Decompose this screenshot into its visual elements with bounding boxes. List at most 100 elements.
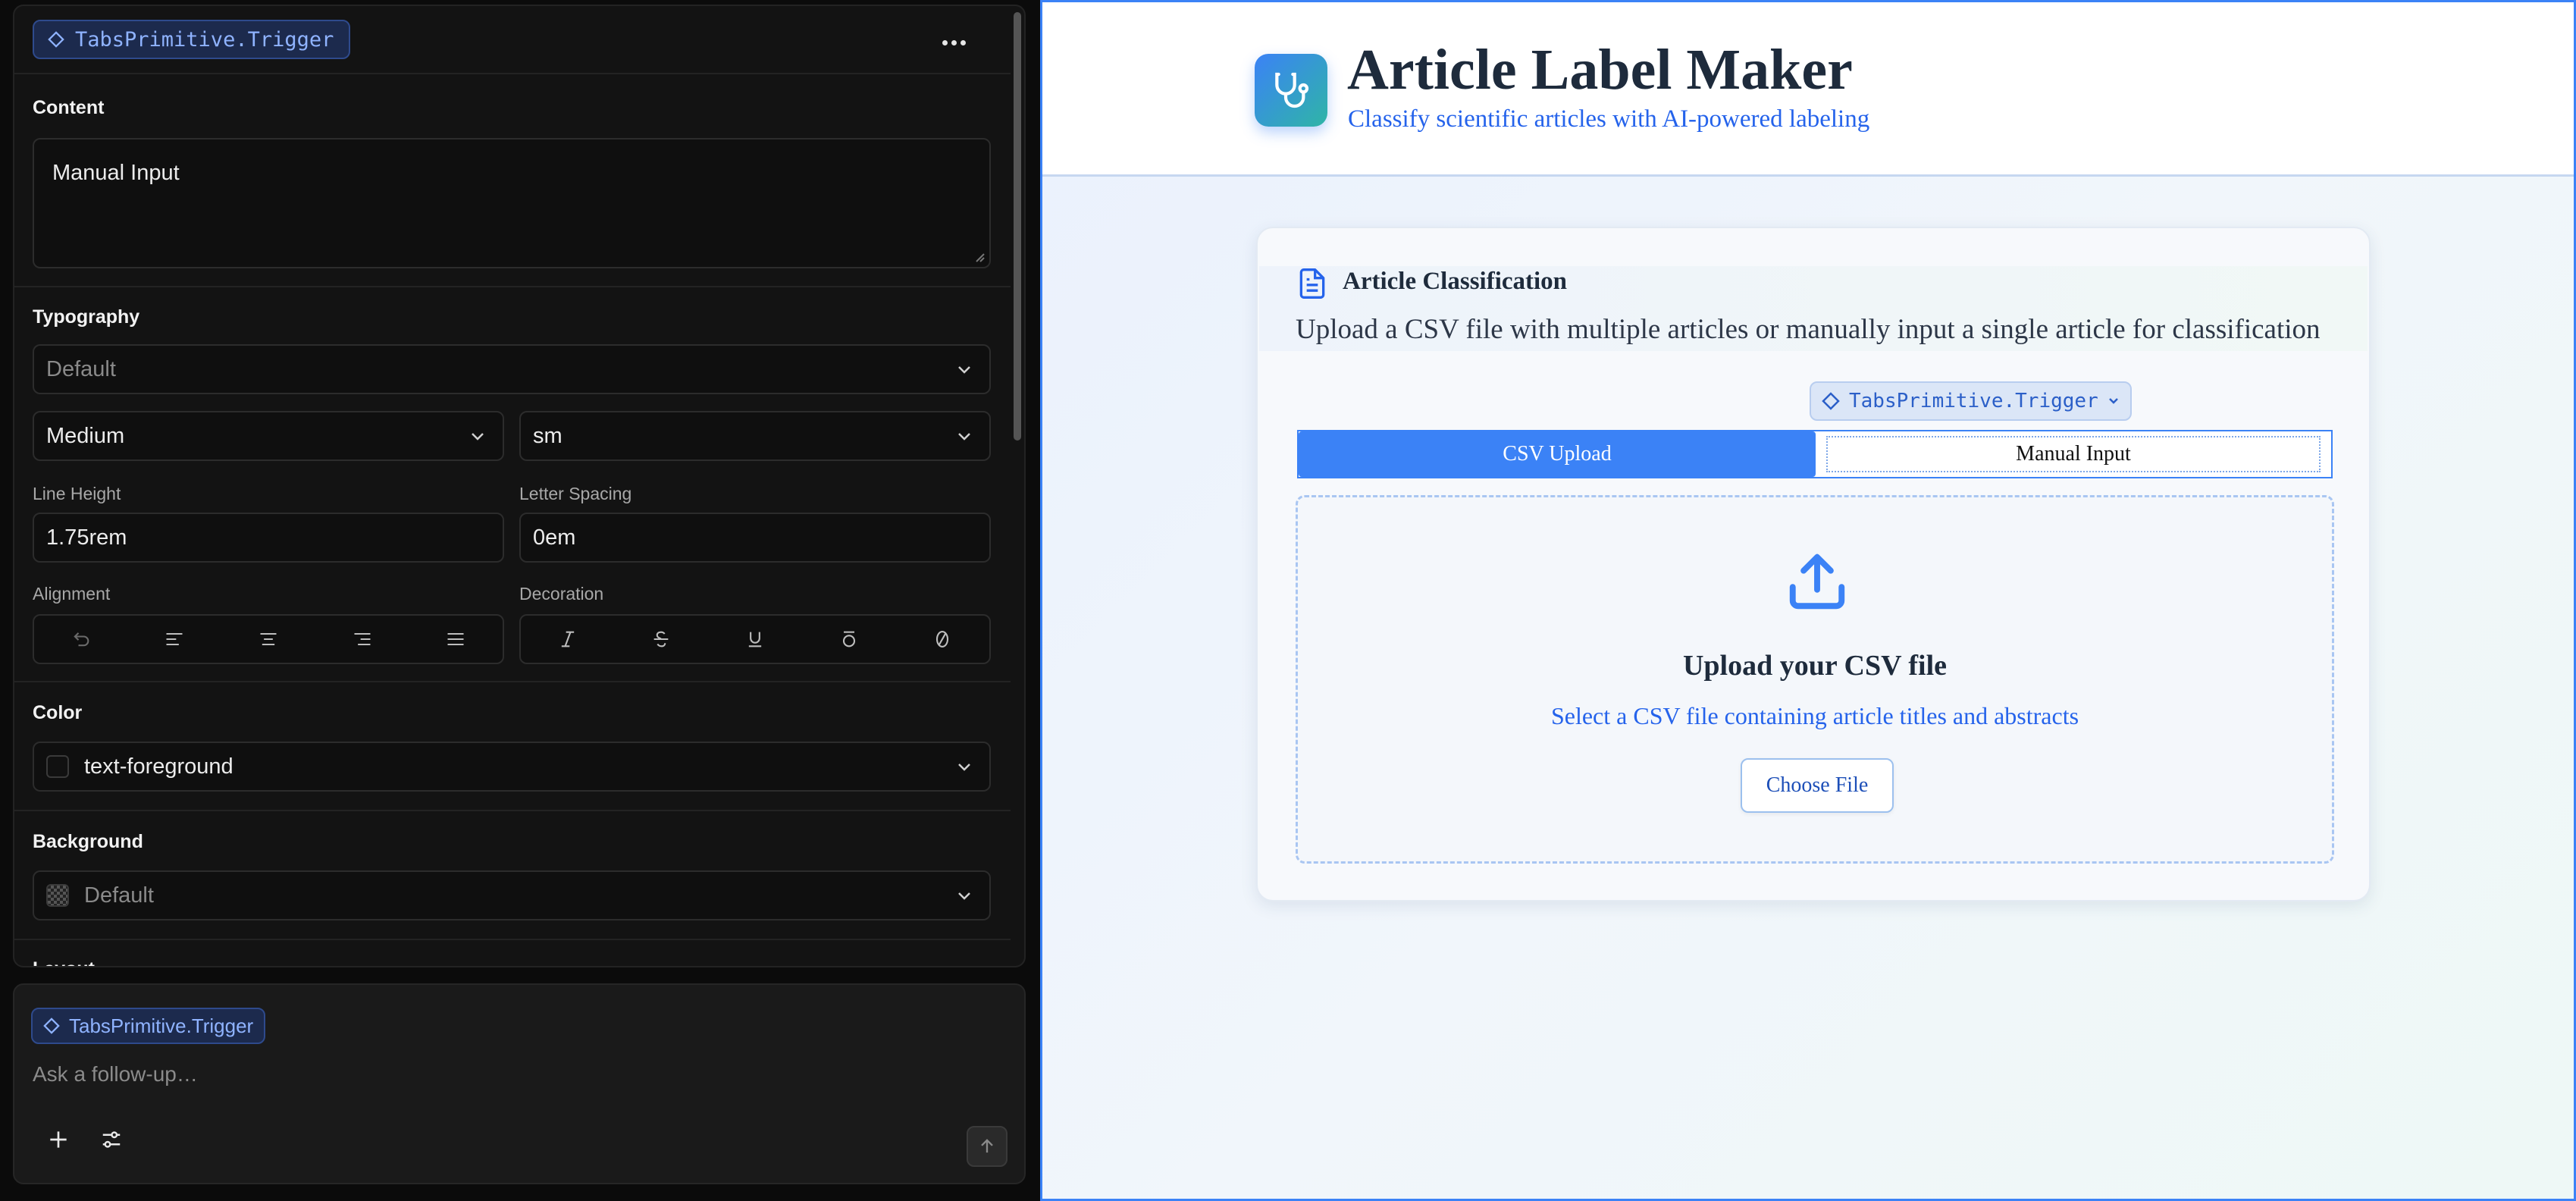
color-swatch xyxy=(46,755,69,778)
component-diamond-icon xyxy=(48,31,64,48)
slashed-zero-button[interactable] xyxy=(895,616,989,663)
decoration-label: Decoration xyxy=(519,584,604,604)
content-textarea[interactable]: Manual Input xyxy=(33,138,991,268)
section-divider xyxy=(14,681,1011,682)
chat-chip-label: TabsPrimitive.Trigger xyxy=(69,1014,254,1037)
layout-section-title: Layout xyxy=(33,958,95,966)
component-diamond-icon xyxy=(43,1018,60,1034)
color-select[interactable]: text-foreground xyxy=(33,742,991,792)
selected-component-chip[interactable]: TabsPrimitive.Trigger xyxy=(1810,381,2132,421)
chevron-down-icon xyxy=(958,764,970,771)
inspector-panel: TabsPrimitive.Trigger Content Manual Inp… xyxy=(13,5,1026,967)
overline-button[interactable] xyxy=(802,616,896,663)
csv-dropzone[interactable]: Upload your CSV file Select a CSV file c… xyxy=(1296,495,2334,864)
section-divider xyxy=(14,810,1011,811)
plus-icon xyxy=(50,1131,67,1148)
inspector-scroll-area[interactable]: TabsPrimitive.Trigger Content Manual Inp… xyxy=(14,6,1011,966)
more-options-button[interactable] xyxy=(935,27,973,58)
font-family-select[interactable]: Default xyxy=(33,344,991,394)
app-title: Article Label Maker xyxy=(1347,38,1853,102)
slashed-zero-icon xyxy=(936,631,949,648)
app-header: Article Label Maker Classify scientific … xyxy=(1042,2,2574,177)
line-height-input[interactable]: 1.75rem xyxy=(33,513,504,563)
line-height-value: 1.75rem xyxy=(46,525,127,550)
section-divider xyxy=(14,286,1011,287)
send-button[interactable] xyxy=(967,1126,1008,1167)
app-logo xyxy=(1255,54,1327,127)
typography-section-title: Typography xyxy=(33,306,140,328)
add-attachment-button[interactable] xyxy=(45,1126,72,1153)
chat-context-chip[interactable]: TabsPrimitive.Trigger xyxy=(31,1008,266,1044)
align-reset-button[interactable] xyxy=(34,616,128,663)
checker-swatch-icon xyxy=(46,884,69,907)
overline-icon xyxy=(842,631,855,648)
font-size-value: sm xyxy=(533,423,563,448)
align-right-icon xyxy=(354,632,371,646)
background-section-title: Background xyxy=(33,831,143,852)
strikethrough-icon xyxy=(654,631,669,648)
follow-up-input[interactable] xyxy=(33,1059,942,1090)
align-center-icon xyxy=(260,632,277,646)
document-icon xyxy=(1299,268,1325,299)
tabs-list: CSV Upload Manual Input xyxy=(1297,430,2333,478)
decoration-group xyxy=(519,614,991,664)
upload-icon xyxy=(1789,553,1845,610)
classification-card: Article Classification Upload a CSV file… xyxy=(1256,227,2371,902)
chat-composer: TabsPrimitive.Trigger xyxy=(13,983,1026,1184)
background-select[interactable]: Default xyxy=(33,870,991,920)
inspector-header: TabsPrimitive.Trigger xyxy=(14,6,1011,74)
align-left-button[interactable] xyxy=(128,616,222,663)
letter-spacing-value: 0em xyxy=(533,525,576,550)
font-weight-select[interactable]: Medium xyxy=(33,411,504,461)
settings-button[interactable] xyxy=(96,1126,127,1153)
reset-icon xyxy=(74,632,89,647)
align-center-button[interactable] xyxy=(221,616,315,663)
italic-icon xyxy=(561,631,574,648)
align-left-icon xyxy=(166,632,183,646)
chevron-down-icon xyxy=(958,892,970,900)
align-justify-icon xyxy=(447,632,464,646)
more-horizontal-icon xyxy=(942,39,966,45)
underline-icon xyxy=(748,632,762,648)
alignment-label: Alignment xyxy=(33,584,111,604)
sliders-icon xyxy=(102,1131,121,1148)
letter-spacing-label: Letter Spacing xyxy=(519,484,632,503)
chevron-down-icon xyxy=(958,366,970,374)
chevron-down-icon xyxy=(472,433,484,441)
color-value: text-foreground xyxy=(84,754,233,779)
tab-csv-upload[interactable]: CSV Upload xyxy=(1299,431,1816,477)
align-justify-button[interactable] xyxy=(409,616,503,663)
upload-subtitle: Select a CSV file containing article tit… xyxy=(1550,702,2079,729)
underline-button[interactable] xyxy=(708,616,802,663)
upload-title: Upload your CSV file xyxy=(1682,650,1948,682)
strikethrough-button[interactable] xyxy=(615,616,709,663)
resize-grip-icon[interactable] xyxy=(973,250,985,262)
color-section-title: Color xyxy=(33,702,83,723)
app-subtitle: Classify scientific articles with AI-pow… xyxy=(1348,105,1870,133)
stethoscope-icon xyxy=(1275,72,1309,108)
alignment-group xyxy=(33,614,504,664)
font-size-select[interactable]: sm xyxy=(519,411,991,461)
component-diamond-icon xyxy=(1822,392,1840,410)
inspector-column: TabsPrimitive.Trigger Content Manual Inp… xyxy=(0,0,1040,1201)
line-height-label: Line Height xyxy=(33,484,121,503)
section-divider xyxy=(14,939,1011,940)
inspector-scrollbar[interactable] xyxy=(1014,12,1021,441)
component-chip-label: TabsPrimitive.Trigger xyxy=(75,27,334,52)
component-chip[interactable]: TabsPrimitive.Trigger xyxy=(33,20,351,59)
arrow-up-icon xyxy=(981,1139,993,1153)
letter-spacing-input[interactable]: 0em xyxy=(519,513,991,563)
font-weight-value: Medium xyxy=(46,423,125,448)
content-section-title: Content xyxy=(33,97,105,118)
selected-component-label: TabsPrimitive.Trigger xyxy=(1849,390,2098,412)
background-value: Default xyxy=(84,883,154,908)
tab-manual-input[interactable]: Manual Input xyxy=(1816,431,2331,477)
font-family-value: Default xyxy=(46,356,116,381)
chevron-down-icon xyxy=(2108,398,2118,404)
italic-button[interactable] xyxy=(521,616,615,663)
card-description: Upload a CSV file with multiple articles… xyxy=(1296,314,2321,345)
align-right-button[interactable] xyxy=(315,616,409,663)
content-value: Manual Input xyxy=(52,161,180,185)
choose-file-button[interactable]: Choose File xyxy=(1741,758,1894,813)
card-title: Article Classification xyxy=(1343,268,1568,295)
